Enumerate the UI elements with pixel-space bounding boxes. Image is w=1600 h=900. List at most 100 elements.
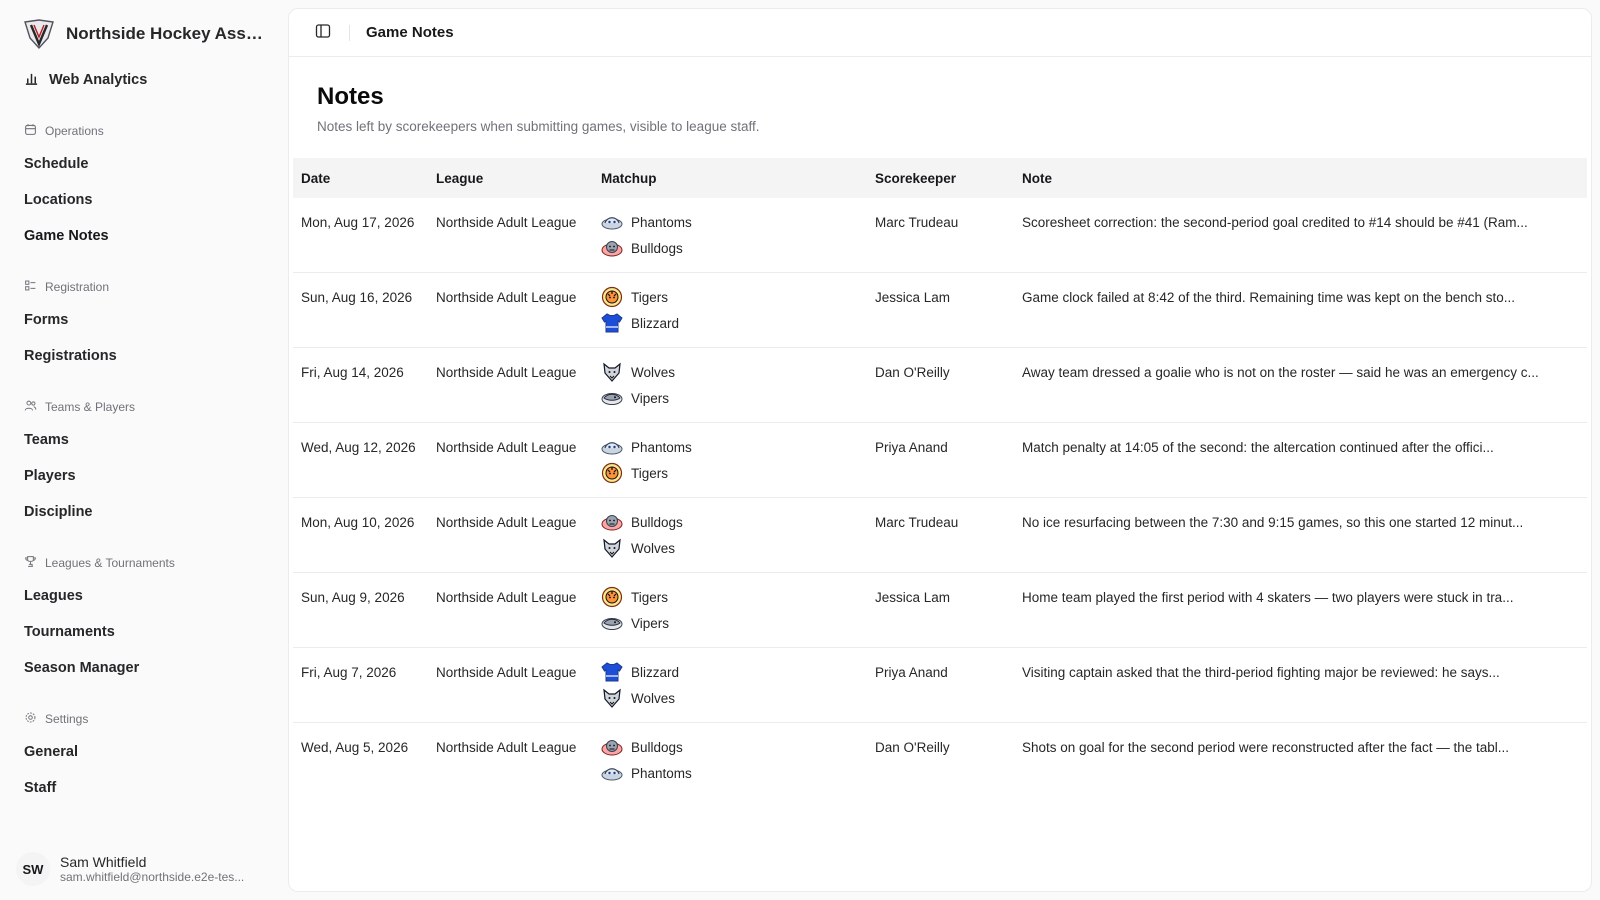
- cell-note[interactable]: Match penalty at 14:05 of the second: th…: [1014, 423, 1587, 498]
- cell-league: Northside Adult League: [436, 365, 577, 380]
- matchup-away-team[interactable]: Vipers: [601, 611, 859, 635]
- vipers-logo-icon: [601, 387, 623, 409]
- sidebar-item-game-notes[interactable]: Game Notes: [12, 218, 276, 254]
- table-row[interactable]: Fri, Aug 14, 2026 Northside Adult League W…: [293, 348, 1587, 423]
- bulldogs-logo-icon: [601, 511, 623, 533]
- team-name: Tigers: [631, 465, 669, 481]
- column-header-scorekeeper[interactable]: Scorekeeper: [867, 158, 1014, 198]
- tigers-logo-icon: [601, 286, 623, 308]
- matchup-home-team[interactable]: Wolves: [601, 360, 859, 384]
- notes-table: Date League Matchup Scorekeeper Note Mon…: [293, 158, 1587, 797]
- cell-note[interactable]: Shots on goal for the second period were…: [1014, 723, 1587, 798]
- sidebar: Northside Hockey Asso... Web Analytics O…: [0, 0, 288, 900]
- team-name: Bulldogs: [631, 514, 683, 530]
- sidebar-item-tournaments[interactable]: Tournaments: [12, 614, 276, 650]
- cell-league: Northside Adult League: [436, 215, 577, 230]
- cell-note[interactable]: No ice resurfacing between the 7:30 and …: [1014, 498, 1587, 573]
- table-row[interactable]: Mon, Aug 10, 2026 Northside Adult League B…: [293, 498, 1587, 573]
- cell-scorekeeper: Priya Anand: [875, 665, 948, 680]
- sidebar-item-general[interactable]: General: [12, 734, 276, 770]
- column-header-matchup[interactable]: Matchup: [593, 158, 867, 198]
- sidebar-toggle-button[interactable]: [309, 19, 337, 47]
- team-name: Vipers: [631, 390, 670, 406]
- sidebar-item-leagues[interactable]: Leagues: [12, 578, 276, 614]
- team-name: Vipers: [631, 615, 670, 631]
- topbar-divider: [349, 24, 350, 41]
- matchup-away-team[interactable]: Tigers: [601, 461, 859, 485]
- column-header-league[interactable]: League: [428, 158, 593, 198]
- sidebar-item-locations[interactable]: Locations: [12, 182, 276, 218]
- matchup-away-team[interactable]: Phantoms: [601, 761, 859, 785]
- sidebar-group-label: Teams & Players: [45, 400, 136, 414]
- brand-name: Northside Hockey Asso...: [66, 24, 266, 43]
- cell-scorekeeper: Dan O'Reilly: [875, 365, 950, 380]
- matchup-away-team[interactable]: Wolves: [601, 686, 859, 710]
- avatar: SW: [16, 852, 50, 886]
- association-logo-icon: [22, 18, 56, 50]
- sidebar-item-web-analytics[interactable]: Web Analytics: [12, 62, 276, 98]
- main-panel: Game Notes Notes Notes left by scorekeep…: [288, 8, 1592, 892]
- cell-note[interactable]: Scoresheet correction: the second-period…: [1014, 198, 1587, 273]
- team-name: Blizzard: [631, 315, 680, 331]
- matchup-away-team[interactable]: Blizzard: [601, 311, 859, 335]
- matchup-away-team[interactable]: Bulldogs: [601, 236, 859, 260]
- matchup-home-team[interactable]: Bulldogs: [601, 735, 859, 759]
- cell-league: Northside Adult League: [436, 290, 577, 305]
- sidebar-item-registrations[interactable]: Registrations: [12, 338, 276, 374]
- matchup-away-team[interactable]: Vipers: [601, 386, 859, 410]
- team-name: Wolves: [631, 364, 676, 380]
- matchup-home-team[interactable]: Phantoms: [601, 435, 859, 459]
- team-name: Tigers: [631, 589, 669, 605]
- column-header-note[interactable]: Note: [1014, 158, 1587, 198]
- cell-scorekeeper: Priya Anand: [875, 440, 948, 455]
- calendar-icon: [24, 123, 37, 139]
- tigers-logo-icon: [601, 586, 623, 608]
- cell-scorekeeper: Jessica Lam: [875, 290, 951, 305]
- table-row[interactable]: Sun, Aug 9, 2026 Northside Adult League Ti…: [293, 573, 1587, 648]
- team-name: Wolves: [631, 690, 676, 706]
- sidebar-item-label: Web Analytics: [49, 72, 148, 88]
- matchup-home-team[interactable]: Blizzard: [601, 660, 859, 684]
- cell-scorekeeper: Marc Trudeau: [875, 215, 959, 230]
- cell-matchup: Phantoms Bulldogs: [593, 198, 867, 273]
- cell-matchup: Wolves Vipers: [593, 348, 867, 423]
- team-name: Phantoms: [631, 765, 692, 781]
- phantoms-logo-icon: [601, 211, 623, 233]
- cell-league: Northside Adult League: [436, 515, 577, 530]
- cell-note[interactable]: Away team dressed a goalie who is not on…: [1014, 348, 1587, 423]
- sidebar-item-schedule[interactable]: Schedule: [12, 146, 276, 182]
- cell-league: Northside Adult League: [436, 590, 577, 605]
- sidebar-item-staff[interactable]: Staff: [12, 770, 276, 806]
- column-header-date[interactable]: Date: [293, 158, 428, 198]
- phantoms-logo-icon: [601, 436, 623, 458]
- cell-matchup: Tigers Vipers: [593, 573, 867, 648]
- sidebar-group-registration: Registration Forms Registrations: [12, 272, 276, 374]
- table-row[interactable]: Sun, Aug 16, 2026 Northside Adult League T…: [293, 273, 1587, 348]
- sidebar-item-teams[interactable]: Teams: [12, 422, 276, 458]
- user-menu[interactable]: SW Sam Whitfield sam.whitfield@northside…: [16, 852, 276, 886]
- table-row[interactable]: Wed, Aug 12, 2026 Northside Adult League P…: [293, 423, 1587, 498]
- sidebar-item-discipline[interactable]: Discipline: [12, 494, 276, 530]
- matchup-home-team[interactable]: Tigers: [601, 585, 859, 609]
- sidebar-item-season-manager[interactable]: Season Manager: [12, 650, 276, 686]
- sidebar-group-label: Operations: [45, 124, 104, 138]
- table-row[interactable]: Wed, Aug 5, 2026 Northside Adult League Bu…: [293, 723, 1587, 798]
- matchup-home-team[interactable]: Tigers: [601, 285, 859, 309]
- matchup-away-team[interactable]: Wolves: [601, 536, 859, 560]
- matchup-home-team[interactable]: Phantoms: [601, 210, 859, 234]
- sidebar-group-operations: Operations Schedule Locations Game Notes: [12, 116, 276, 254]
- table-row[interactable]: Fri, Aug 7, 2026 Northside Adult League Bl…: [293, 648, 1587, 723]
- cell-matchup: Bulldogs Phantoms: [593, 723, 867, 798]
- matchup-home-team[interactable]: Bulldogs: [601, 510, 859, 534]
- brand[interactable]: Northside Hockey Asso...: [12, 10, 276, 58]
- cell-note[interactable]: Visiting captain asked that the third-pe…: [1014, 648, 1587, 723]
- cell-note[interactable]: Game clock failed at 8:42 of the third. …: [1014, 273, 1587, 348]
- sidebar-group-teams-players: Teams & Players Teams Players Discipline: [12, 392, 276, 530]
- phantoms-logo-icon: [601, 762, 623, 784]
- table-row[interactable]: Mon, Aug 17, 2026 Northside Adult League P…: [293, 198, 1587, 273]
- sidebar-item-forms[interactable]: Forms: [12, 302, 276, 338]
- cell-note[interactable]: Home team played the first period with 4…: [1014, 573, 1587, 648]
- list-icon: [24, 279, 37, 295]
- user-email: sam.whitfield@northside.e2e-tes...: [60, 870, 245, 884]
- sidebar-item-players[interactable]: Players: [12, 458, 276, 494]
